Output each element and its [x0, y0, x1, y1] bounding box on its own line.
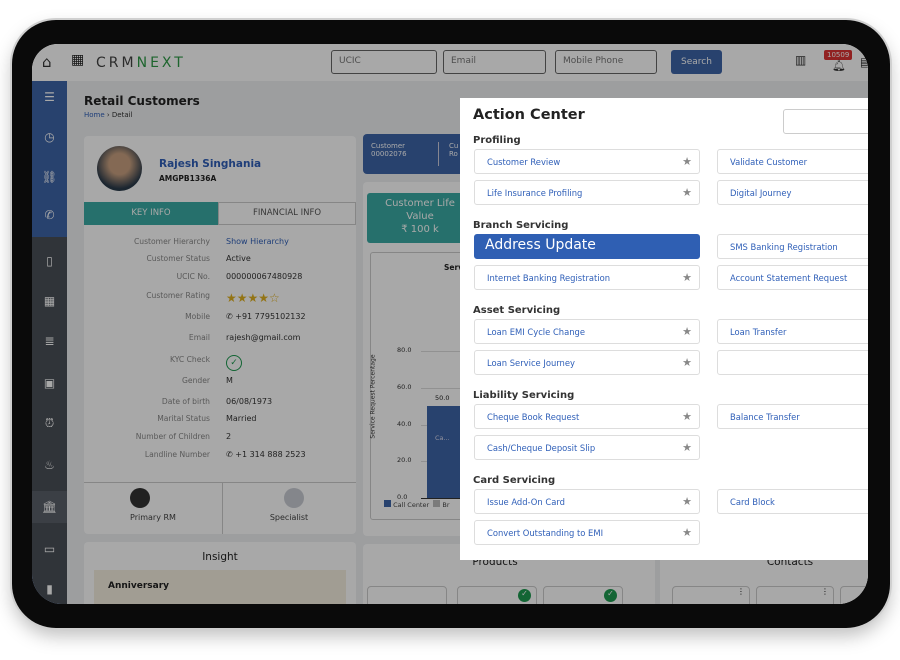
- action-item[interactable]: Loan EMI Cycle Change ★: [474, 319, 700, 344]
- action-center-panel: Action Center Profiling Customer Review ★ V…: [460, 98, 868, 560]
- action-item-label: Internet Banking Registration: [487, 273, 611, 283]
- action-item-label: Balance Transfer: [730, 412, 800, 422]
- action-item[interactable]: Card Block: [717, 489, 868, 514]
- action-item[interactable]: Address Update: [474, 234, 700, 259]
- favorite-star-icon[interactable]: ★: [682, 186, 692, 199]
- action-item-label: Life Insurance Profiling: [487, 188, 583, 198]
- action-item[interactable]: Convert Outstanding to EMI ★: [474, 520, 700, 545]
- action-item[interactable]: [717, 350, 868, 375]
- action-item-label: Cheque Book Request: [487, 412, 580, 422]
- action-section-title: Card Servicing: [473, 475, 556, 486]
- action-item[interactable]: Balance Transfer: [717, 404, 868, 429]
- action-item-label: Digital Journey: [730, 188, 792, 198]
- action-item[interactable]: Account Statement Request: [717, 265, 868, 290]
- action-center-search-input[interactable]: [783, 109, 868, 134]
- action-item[interactable]: Cheque Book Request ★: [474, 404, 700, 429]
- action-item[interactable]: Validate Customer: [717, 149, 868, 174]
- action-item[interactable]: Life Insurance Profiling ★: [474, 180, 700, 205]
- favorite-star-icon[interactable]: ★: [682, 526, 692, 539]
- favorite-star-icon[interactable]: ★: [682, 155, 692, 168]
- action-item-label: Account Statement Request: [730, 273, 848, 283]
- action-item-label: SMS Banking Registration: [730, 242, 838, 252]
- action-item[interactable]: Cash/Cheque Deposit Slip ★: [474, 435, 700, 460]
- favorite-star-icon[interactable]: ★: [682, 325, 692, 338]
- action-section-title: Branch Servicing: [473, 220, 569, 231]
- action-item-label: Cash/Cheque Deposit Slip: [487, 443, 596, 453]
- action-section-title: Profiling: [473, 135, 521, 146]
- action-section-title: Liability Servicing: [473, 390, 575, 401]
- action-center-title: Action Center: [473, 107, 585, 123]
- action-item-label: Loan Service Journey: [487, 358, 575, 368]
- action-item-label: Loan Transfer: [730, 327, 787, 337]
- action-item-label: Card Block: [730, 497, 775, 507]
- action-item-label: Customer Review: [487, 157, 561, 167]
- action-section-title: Asset Servicing: [473, 305, 561, 316]
- favorite-star-icon[interactable]: ★: [682, 356, 692, 369]
- favorite-star-icon[interactable]: ★: [682, 495, 692, 508]
- action-item[interactable]: Internet Banking Registration ★: [474, 265, 700, 290]
- action-item[interactable]: Digital Journey: [717, 180, 868, 205]
- action-item[interactable]: Loan Service Journey ★: [474, 350, 700, 375]
- action-item[interactable]: Loan Transfer: [717, 319, 868, 344]
- action-item-label: Convert Outstanding to EMI: [487, 528, 604, 538]
- action-item-label: Loan EMI Cycle Change: [487, 327, 586, 337]
- action-item-label: Issue Add-On Card: [487, 497, 565, 507]
- action-item-label: Validate Customer: [730, 157, 808, 167]
- screen: ⌂ ▦ CRMNEXT UCIC Email Mobile Phone Sear…: [32, 44, 868, 604]
- action-item-label: Address Update: [485, 237, 596, 253]
- action-item[interactable]: SMS Banking Registration: [717, 234, 868, 259]
- favorite-star-icon[interactable]: ★: [682, 410, 692, 423]
- favorite-star-icon[interactable]: ★: [682, 441, 692, 454]
- action-item[interactable]: Issue Add-On Card ★: [474, 489, 700, 514]
- action-item[interactable]: Customer Review ★: [474, 149, 700, 174]
- favorite-star-icon[interactable]: ★: [682, 271, 692, 284]
